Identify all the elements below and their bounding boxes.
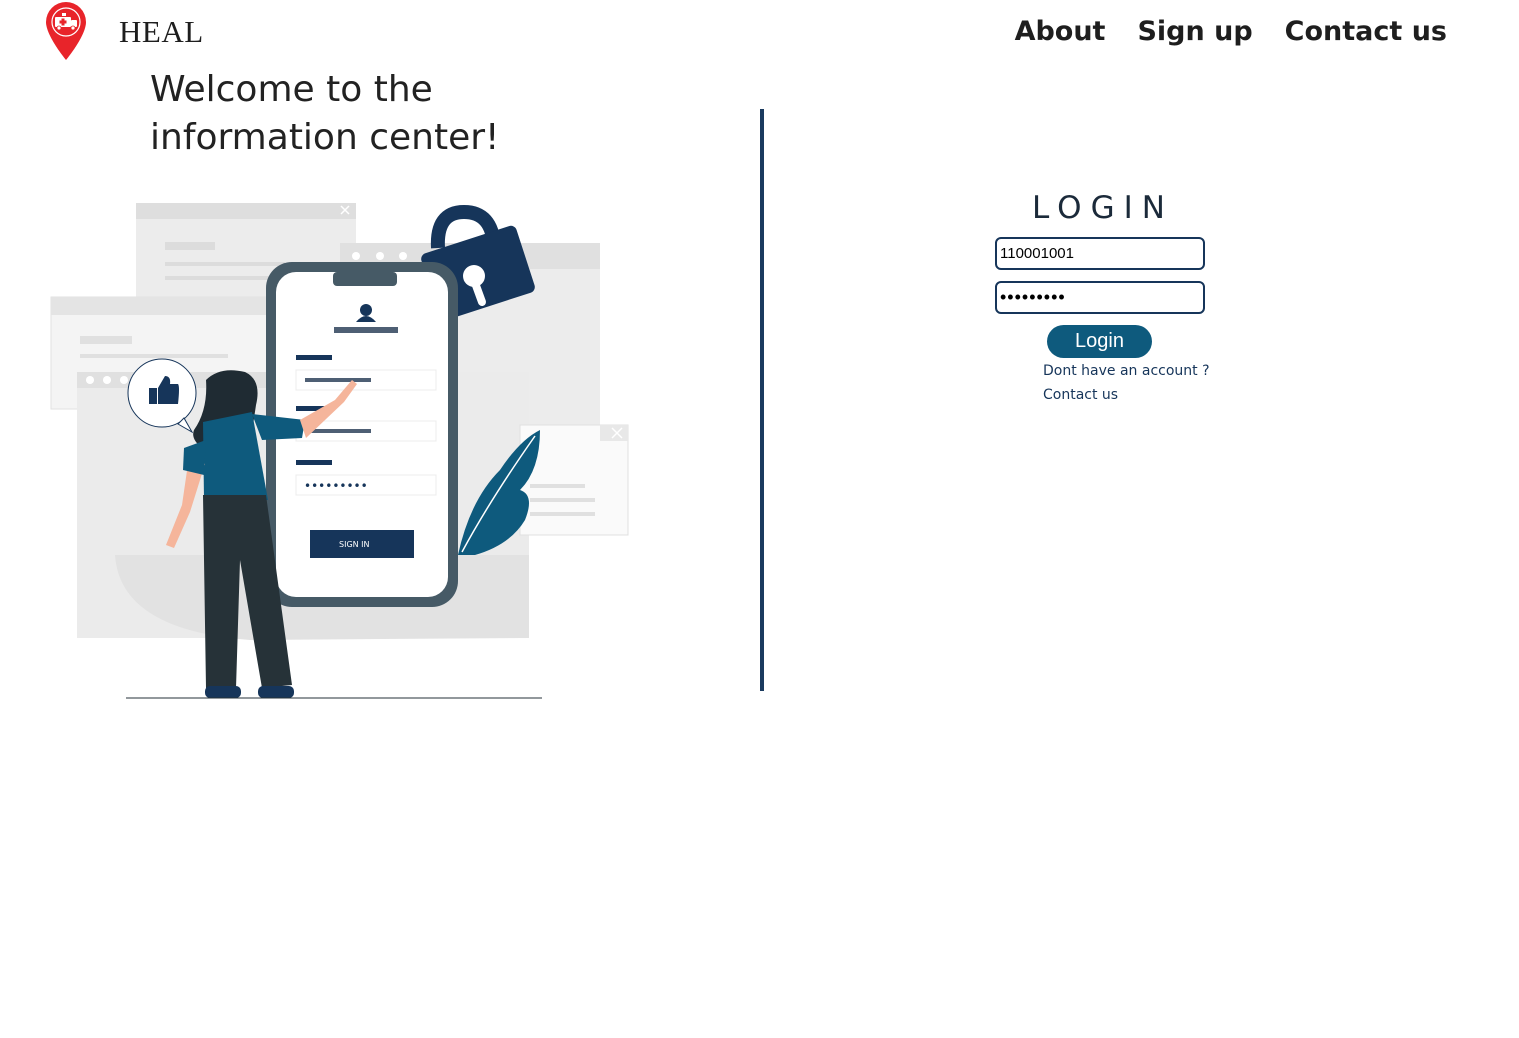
top-nav: About Sign up Contact us xyxy=(1015,16,1447,47)
nav-contact-link[interactable]: Contact us xyxy=(1285,16,1447,47)
page: HEAL About Sign up Contact us Welcome to… xyxy=(0,0,1519,1038)
vertical-divider xyxy=(760,109,764,691)
login-title: LOGIN xyxy=(1032,190,1174,226)
brand-name: HEAL xyxy=(119,14,204,49)
login-illustration: ••••••••• SIGN IN xyxy=(50,203,629,699)
illustration-password-dots: ••••••••• xyxy=(304,479,368,493)
no-account-link[interactable]: Dont have an account ? xyxy=(1043,363,1210,379)
nav-signup-link[interactable]: Sign up xyxy=(1137,16,1252,47)
password-input[interactable] xyxy=(995,281,1205,314)
welcome-line-1: Welcome to the xyxy=(150,69,433,110)
username-input[interactable] xyxy=(995,237,1205,270)
ambulance-pin-logo xyxy=(46,2,86,60)
login-button[interactable]: Login xyxy=(1047,325,1152,358)
welcome-heading: Welcome to the information center! xyxy=(150,66,570,162)
illustration-sign-in-label: SIGN IN xyxy=(339,540,370,549)
nav-about-link[interactable]: About xyxy=(1015,16,1106,47)
contact-link[interactable]: Contact us xyxy=(1043,387,1118,403)
welcome-line-2: information center! xyxy=(150,117,500,158)
